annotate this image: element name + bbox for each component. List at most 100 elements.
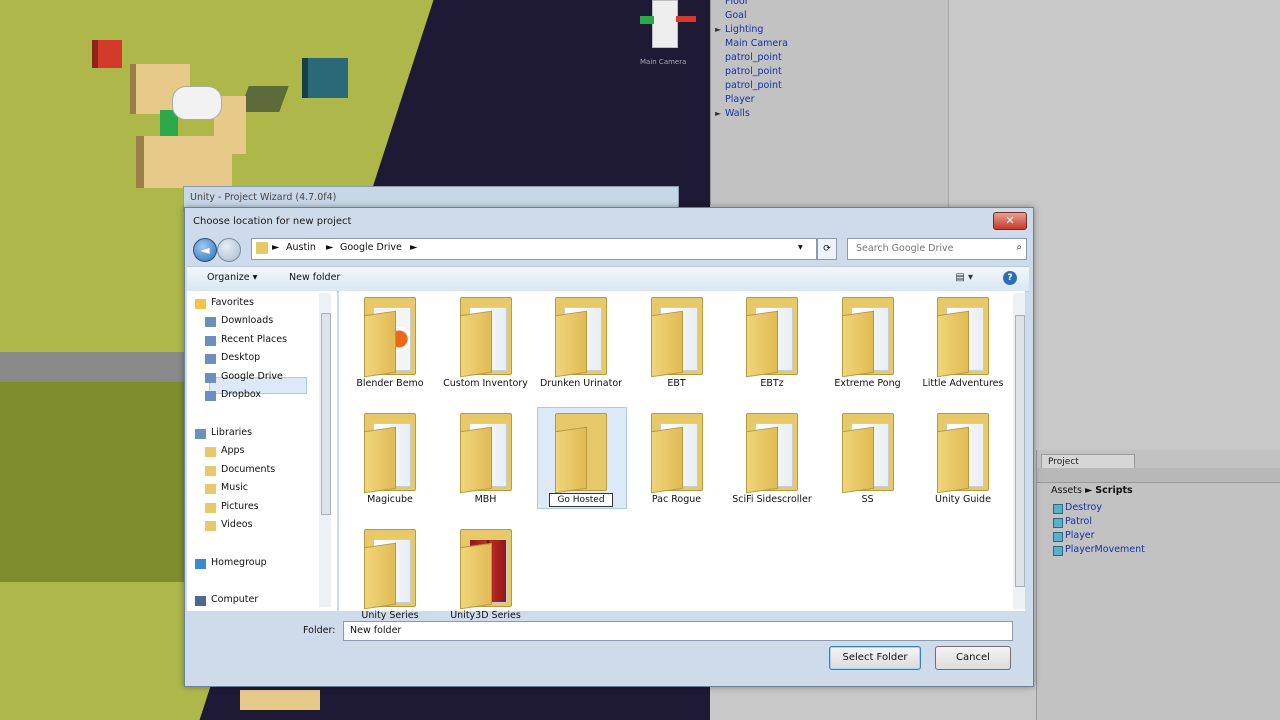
folder-item[interactable]: Unity Guide xyxy=(918,409,1008,519)
gizmo-y-axis[interactable] xyxy=(640,16,654,24)
scene-gizmo-icon[interactable] xyxy=(652,0,678,48)
folder-item[interactable]: MBH xyxy=(441,409,531,519)
script-asset[interactable]: Player xyxy=(1053,530,1095,542)
nav-homegroup[interactable]: Homegroup xyxy=(211,557,267,568)
folder-input[interactable] xyxy=(348,624,952,637)
folder-icon xyxy=(256,242,268,254)
expand-arrow-icon[interactable]: ► xyxy=(715,109,721,118)
hierarchy-item[interactable]: patrol_point xyxy=(725,66,782,77)
tab-project[interactable]: Project xyxy=(1041,454,1135,469)
star-icon xyxy=(195,299,206,309)
nav-item[interactable]: Downloads xyxy=(221,315,273,326)
wall-block[interactable] xyxy=(240,690,320,710)
script-asset[interactable]: PlayerMovement xyxy=(1053,544,1145,556)
folder-item[interactable]: Blender Bemo xyxy=(345,293,435,403)
library-folder-icon xyxy=(205,484,216,494)
file-scrollbar[interactable] xyxy=(1013,293,1025,609)
choose-location-dialog[interactable]: Choose location for new project ✕ ◄ ► Au… xyxy=(184,207,1034,687)
red-cube[interactable] xyxy=(92,40,122,68)
search-box[interactable]: ⌕ xyxy=(847,238,1027,260)
folder-label: Little Adventures xyxy=(922,378,1004,389)
nav-favorites[interactable]: Favorites xyxy=(211,297,254,308)
select-folder-button[interactable]: Select Folder xyxy=(829,646,921,670)
homegroup-icon xyxy=(195,559,206,569)
rename-input[interactable]: Go Hosted xyxy=(549,493,613,507)
nav-item[interactable]: Recent Places xyxy=(221,334,287,345)
nav-item[interactable]: Pictures xyxy=(221,501,259,512)
address-segment-google-drive[interactable]: Google Drive xyxy=(340,242,402,253)
forward-button[interactable] xyxy=(217,238,241,262)
folder-icon xyxy=(205,354,216,364)
file-list[interactable]: Blender Bemo Custom Inventory Drunken Urin… xyxy=(339,291,1025,621)
folder-item[interactable]: SS xyxy=(823,409,913,519)
hierarchy-item[interactable]: Floor xyxy=(725,0,749,7)
nav-item[interactable]: Documents xyxy=(221,464,275,475)
hierarchy-item[interactable]: patrol_point xyxy=(725,52,782,63)
search-input[interactable] xyxy=(854,242,1008,255)
folder-front xyxy=(364,310,396,378)
close-button[interactable]: ✕ xyxy=(993,212,1027,230)
camera-gizmo-icon[interactable] xyxy=(172,86,222,120)
script-asset[interactable]: Destroy xyxy=(1053,502,1102,514)
organize-button[interactable]: Organize ▾ xyxy=(207,272,257,283)
folder-item[interactable]: Drunken Urinator xyxy=(536,293,626,403)
folder-icon xyxy=(205,391,216,401)
nav-item[interactable]: Apps xyxy=(221,445,245,456)
expand-arrow-icon[interactable]: ► xyxy=(715,25,721,34)
back-button[interactable]: ◄ xyxy=(193,238,217,262)
nav-item[interactable]: Google Drive xyxy=(221,371,283,382)
ground-shadow xyxy=(0,382,184,582)
folder-item[interactable]: Extreme Pong xyxy=(823,293,913,403)
project-panel[interactable]: Project Assets ► Scripts Destroy Patrol Pl… xyxy=(1036,450,1280,720)
folder-item[interactable]: Unity3D Series xyxy=(441,525,531,635)
cancel-button[interactable]: Cancel xyxy=(935,646,1011,670)
hierarchy-item[interactable]: patrol_point xyxy=(725,80,782,91)
folder-item[interactable]: SciFi Sidescroller xyxy=(727,409,817,519)
file-scroll-thumb[interactable] xyxy=(1015,315,1025,587)
hierarchy-item[interactable]: Main Camera xyxy=(725,38,788,49)
hierarchy-panel[interactable]: Floor Goal ► Lighting Main Camera patrol_poin… xyxy=(710,0,949,205)
folder-label: SS xyxy=(861,494,874,505)
folder-item[interactable]: Magicube xyxy=(345,409,435,519)
folder-front xyxy=(555,310,587,378)
folder-name-field[interactable] xyxy=(343,621,1013,641)
nav-computer[interactable]: Computer xyxy=(211,594,258,605)
folder-item[interactable]: Custom Inventory xyxy=(441,293,531,403)
nav-libraries[interactable]: Libraries xyxy=(211,427,252,438)
library-folder-icon xyxy=(205,502,216,513)
refresh-icon[interactable]: ⟳ xyxy=(817,238,837,260)
folder-item[interactable]: Pac Rogue xyxy=(632,409,722,519)
navigation-pane[interactable]: Favorites Downloads Recent Places Desktop Go… xyxy=(187,291,337,611)
nav-item[interactable]: Desktop xyxy=(221,352,260,363)
folder-front xyxy=(937,310,969,378)
folder-item[interactable]: EBT xyxy=(632,293,722,403)
nav-item[interactable]: Videos xyxy=(221,519,253,530)
breadcrumb-assets[interactable]: Assets xyxy=(1051,485,1082,496)
address-bar[interactable]: ► Austin ► Google Drive ► ▾ xyxy=(251,238,817,260)
nav-scrollbar[interactable] xyxy=(319,293,331,607)
nav-item[interactable]: Music xyxy=(221,482,248,493)
nav-item[interactable]: Dropbox xyxy=(221,389,261,400)
teal-cube[interactable] xyxy=(302,58,348,98)
chevron-down-icon[interactable]: ▾ xyxy=(798,242,803,253)
folder-item[interactable]: EBTz xyxy=(727,293,817,403)
folder-item[interactable]: Little Adventures xyxy=(918,293,1008,403)
breadcrumb-scripts[interactable]: Scripts xyxy=(1095,485,1132,496)
address-separator: ► xyxy=(326,242,334,253)
view-options-icon[interactable]: ▤ ▾ xyxy=(955,272,973,283)
folder-item[interactable]: Unity Series xyxy=(345,525,435,635)
folder-front xyxy=(841,310,874,378)
folder-icon xyxy=(205,335,216,346)
address-segment-austin[interactable]: Austin xyxy=(286,242,316,253)
hierarchy-item[interactable]: Walls xyxy=(725,108,750,119)
hierarchy-item[interactable]: Lighting xyxy=(725,24,763,35)
hierarchy-item[interactable]: Goal xyxy=(725,10,747,21)
new-folder-button[interactable]: New folder xyxy=(289,272,340,283)
script-asset[interactable]: Patrol xyxy=(1053,516,1092,528)
address-separator: ► xyxy=(410,242,418,253)
nav-scroll-thumb[interactable] xyxy=(321,313,331,515)
search-icon[interactable]: ⌕ xyxy=(1016,242,1022,253)
help-button[interactable]: ? xyxy=(1003,271,1017,285)
gizmo-x-axis[interactable] xyxy=(676,16,696,22)
hierarchy-item[interactable]: Player xyxy=(725,94,755,105)
